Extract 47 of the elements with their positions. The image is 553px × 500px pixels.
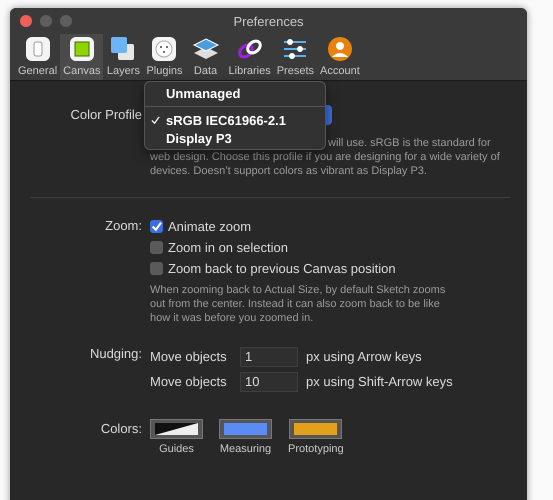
unit-label: px using Arrow keys [306, 349, 422, 364]
window-title: Preferences [233, 14, 304, 28]
menu-item[interactable]: sRGB IEC61966-2.1 [145, 111, 325, 129]
toolbar-tab[interactable]: Data [186, 34, 226, 80]
toolbar-tab[interactable]: Plugins [143, 34, 186, 80]
field-label: Move objects [150, 374, 228, 389]
unit-label: px using Shift-Arrow keys [306, 374, 453, 389]
switch-icon [24, 35, 52, 63]
field-label: Zoom: [104, 217, 142, 235]
color-well[interactable] [289, 419, 342, 439]
minimize-button[interactable] [40, 15, 52, 27]
swatch-label: Guides [159, 443, 194, 455]
menu-item-label: Display P3 [166, 130, 232, 146]
zoom-button[interactable] [60, 15, 72, 27]
toolbar-tab[interactable]: Libraries [226, 34, 274, 80]
checkbox[interactable] [150, 220, 163, 233]
input-field[interactable]: 1 [240, 346, 298, 366]
menu-item-label: Unmanaged [166, 86, 240, 100]
field-label: Nudging: [88, 345, 142, 363]
swatch-label: Measuring [220, 443, 272, 455]
help-text: When zooming back to Actual Size, by default Sketch zooms out from the center. Instead it can also zoom back to be like how it was before you zoomed in. [150, 283, 446, 325]
checkbox-label: Zoom in on selection [168, 240, 288, 255]
avatar-icon [326, 35, 354, 63]
swatch-label: Prototyping [288, 443, 344, 455]
checkbox[interactable] [150, 262, 163, 275]
checkbox-label: Zoom back to previous Canvas position [168, 261, 396, 276]
menu-item[interactable]: Display P3 [145, 129, 325, 147]
color-well[interactable] [219, 419, 272, 439]
description-text: will use. sRGB is the standard for [328, 136, 491, 150]
toolbar-tab[interactable]: Canvas [60, 34, 104, 80]
toolbar-tab[interactable]: Account [317, 34, 363, 80]
input-field[interactable]: 10 [240, 372, 298, 392]
field-label: Color Profile [69, 106, 142, 124]
close-button[interactable] [20, 15, 32, 27]
toolbar-tab[interactable]: General [15, 34, 60, 80]
description-text: web design. Choose this profile if you are designing for a wide variety of devices. Doesn’t support colors as vibrant as Display P3. [150, 150, 501, 178]
menu-item[interactable]: Unmanaged [145, 84, 325, 102]
menu-item-label: sRGB IEC61966-2.1 [166, 112, 286, 128]
toolbar-tab[interactable]: Layers [103, 34, 144, 80]
check-icon [151, 116, 160, 124]
checkbox-label: Animate zoom [168, 219, 252, 234]
toolbar-tab[interactable]: Presets [274, 34, 317, 80]
checkbox[interactable] [150, 241, 163, 254]
artboard-icon [68, 35, 96, 63]
field-label: Move objects [150, 349, 228, 364]
color-well[interactable] [150, 419, 203, 439]
field-label: Colors: [100, 420, 142, 438]
